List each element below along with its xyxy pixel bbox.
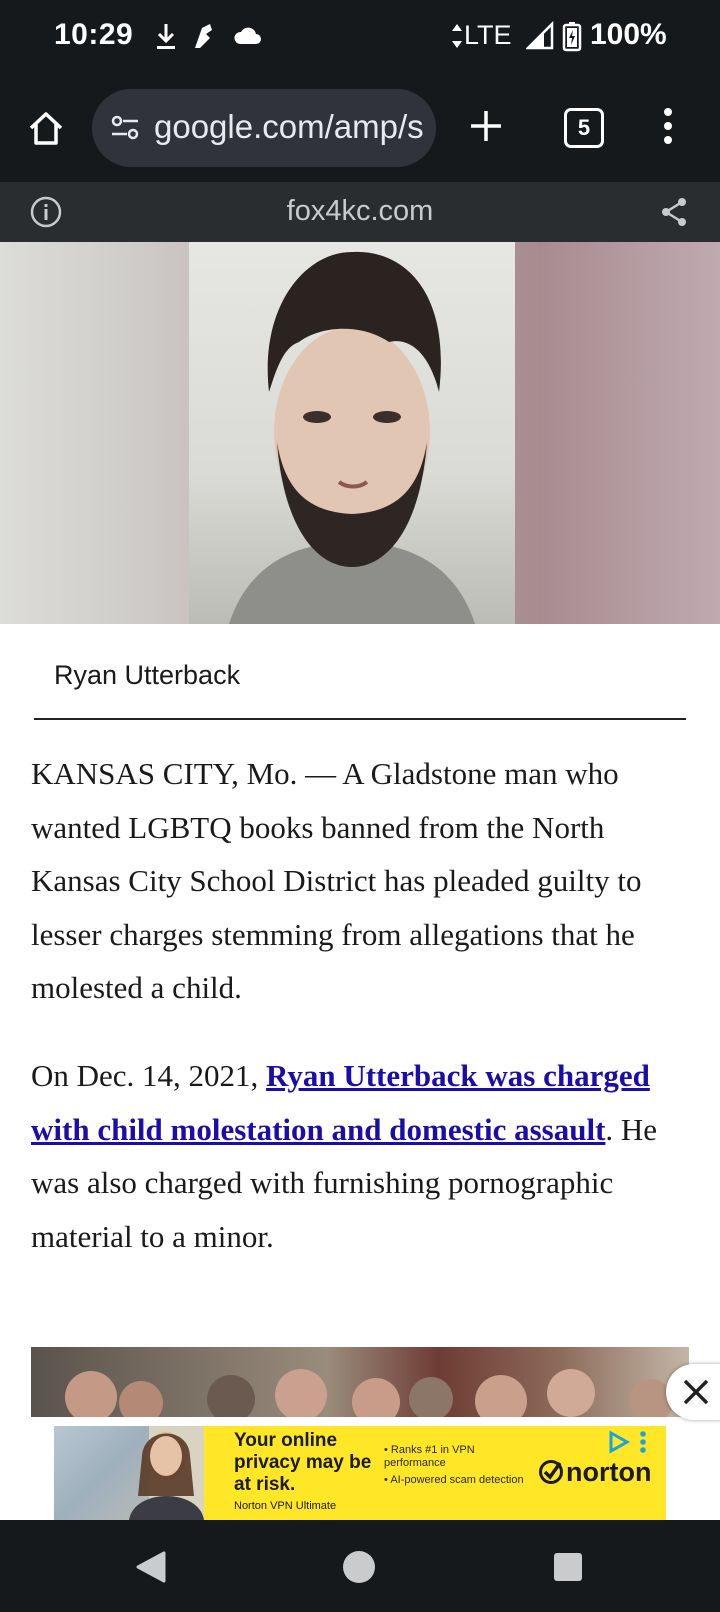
mugshot-photo	[189, 242, 515, 624]
image-caption: Ryan Utterback	[54, 660, 241, 690]
ad-subline: Norton VPN Ultimate	[234, 1500, 337, 1512]
ad-headline: Your online privacy may be at risk.	[234, 1430, 372, 1495]
battery-percent: 100%	[590, 18, 667, 51]
caption-divider	[34, 718, 686, 720]
network-type: LTE	[464, 20, 512, 50]
notification-icon	[190, 20, 218, 52]
more-menu-icon[interactable]	[662, 106, 674, 151]
paragraph-2-lead: On Dec. 14, 2021,	[31, 1058, 267, 1093]
browser-toolbar: google.com/amp/s 5	[0, 76, 720, 182]
cloud-icon	[232, 20, 264, 52]
home-icon[interactable]	[26, 108, 66, 153]
site-settings-icon[interactable]	[110, 113, 140, 148]
site-info-strip: fox4kc.com	[0, 182, 720, 242]
system-nav-bar	[0, 1520, 720, 1612]
tab-count: 5	[577, 115, 591, 140]
article-hero-image	[0, 242, 720, 624]
site-domain: fox4kc.com	[286, 195, 434, 227]
recents-icon[interactable]	[552, 1551, 584, 1588]
battery-charging-icon	[562, 20, 582, 52]
new-tab-icon[interactable]	[468, 106, 504, 151]
signal-icon	[524, 20, 554, 52]
home-nav-icon[interactable]	[341, 1549, 377, 1590]
status-time: 10:29	[54, 18, 134, 51]
share-icon[interactable]	[658, 196, 690, 233]
ad-bullet-1: • Ranks #1 in VPN performance	[384, 1444, 475, 1469]
norton-ad[interactable]: Your online privacy may be at risk. Nort…	[54, 1426, 666, 1520]
article-paragraph-2: On Dec. 14, 2021, Ryan Utterback was cha…	[31, 1049, 691, 1263]
ad-brand: norton	[566, 1457, 652, 1487]
video-thumbnail[interactable]	[31, 1347, 689, 1417]
ad-photo	[54, 1426, 204, 1520]
ad-bullets: • Ranks #1 in VPN performance • AI-power…	[384, 1444, 524, 1487]
close-icon[interactable]	[682, 1378, 710, 1411]
norton-check-icon	[538, 1459, 564, 1490]
data-arrows-icon	[450, 20, 464, 52]
ad-close-button[interactable]	[666, 1364, 720, 1420]
url-text[interactable]: google.com/amp/s	[154, 108, 424, 146]
adchoices-icon[interactable]	[606, 1430, 631, 1459]
back-icon[interactable]	[134, 1550, 168, 1589]
status-bar: 10:29 LTE 100%	[0, 0, 720, 76]
download-icon	[152, 20, 180, 52]
tab-switcher-button[interactable]: 5	[564, 108, 604, 148]
ad-bullet-2: • AI-powered scam detection	[384, 1474, 524, 1486]
address-bar[interactable]: google.com/amp/s	[92, 89, 436, 167]
article-paragraph-1: KANSAS CITY, Mo. — A Gladstone man who w…	[31, 756, 642, 1005]
ad-options-icon[interactable]	[638, 1430, 648, 1459]
